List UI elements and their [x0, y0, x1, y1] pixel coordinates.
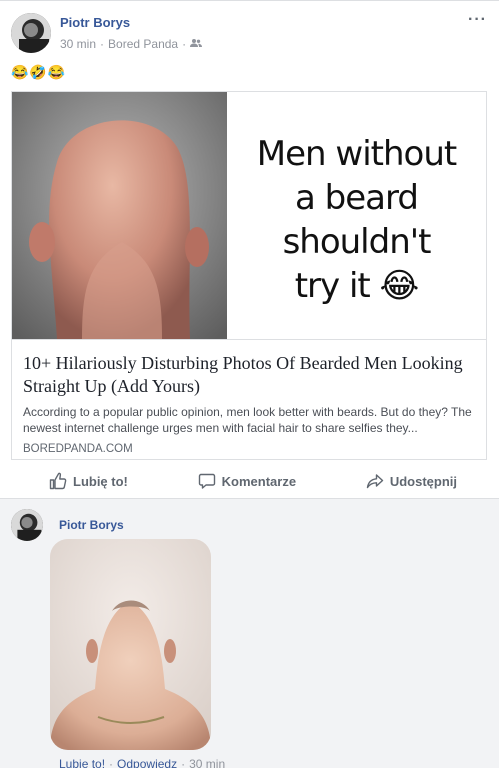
post-actions-bar: Lubię to! Komentarze Udostępnij [11, 466, 487, 496]
caption-line: Men without [256, 134, 457, 174]
like-label: Lubię to! [73, 473, 128, 489]
link-preview-card[interactable]: Men without a beard shouldn't try it 😂 1… [11, 91, 487, 460]
comment-like-link[interactable]: Lubię to! [59, 757, 105, 768]
author-avatar[interactable] [11, 13, 51, 53]
feed-post: Piotr Borys 30 min · Bored Panda · ··· 😂… [0, 0, 499, 498]
link-domain: BOREDPANDA.COM [23, 443, 133, 455]
neck-photo [12, 92, 227, 339]
comment-actions: Lubię to! · Odpowiedz · 30 min [59, 757, 225, 768]
comment-time[interactable]: 30 min [189, 757, 225, 768]
share-label: Udostępnij [389, 473, 457, 489]
comment-reply-link[interactable]: Odpowiedz [117, 757, 177, 768]
comment-label: Komentarze [221, 473, 297, 489]
comments-section: Piotr Borys Lubię to! · Odpowiedz · 30 m… [0, 498, 499, 768]
separator: · [182, 37, 187, 51]
separator: · [181, 757, 186, 768]
post-source[interactable]: Bored Panda [108, 37, 178, 51]
link-preview-text[interactable]: 10+ Hilariously Disturbing Photos Of Bea… [12, 339, 486, 459]
link-title[interactable]: 10+ Hilariously Disturbing Photos Of Bea… [23, 352, 475, 398]
share-button[interactable]: Udostępnij [366, 472, 457, 490]
link-description: According to a popular public opinion, m… [23, 405, 472, 435]
share-icon [366, 474, 384, 489]
separator: · [100, 37, 105, 51]
more-options-button[interactable]: ··· [468, 11, 487, 29]
thumbs-up-icon [49, 472, 67, 490]
separator: · [109, 757, 114, 768]
friends-icon[interactable] [190, 37, 203, 51]
comment-photo[interactable] [50, 539, 211, 750]
like-button[interactable]: Lubię to! [49, 472, 128, 490]
link-preview-caption: Men without a beard shouldn't try it 😂 [227, 132, 486, 308]
caption-line: a beard [295, 178, 419, 218]
caption-line: shouldn't [282, 222, 432, 262]
comment-button[interactable]: Komentarze [198, 472, 296, 490]
caption-line: try it 😂 [294, 266, 420, 306]
post-meta: 30 min · Bored Panda · [60, 37, 203, 51]
post-time[interactable]: 30 min [60, 37, 96, 51]
link-preview-image[interactable]: Men without a beard shouldn't try it 😂 [12, 92, 486, 339]
comment-author[interactable]: Piotr Borys [59, 518, 124, 532]
post-text: 😂🤣😂 [11, 64, 67, 80]
comment-icon [198, 473, 215, 489]
commenter-avatar[interactable] [11, 509, 43, 541]
author-name[interactable]: Piotr Borys [60, 15, 130, 30]
